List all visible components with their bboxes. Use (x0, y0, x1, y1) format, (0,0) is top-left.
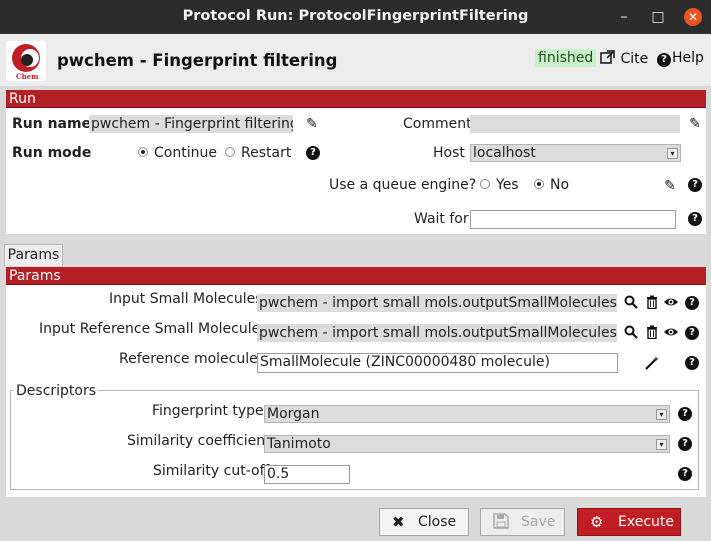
trash-icon[interactable] (644, 325, 660, 343)
close-button[interactable]: ✖ Close (379, 508, 469, 536)
radio-selected-icon (138, 147, 148, 157)
save-icon (493, 509, 509, 535)
radio-continue-label: Continue (154, 145, 217, 161)
fingerprint-type-label: Fingerprint type: (152, 403, 269, 419)
chevron-down-icon: ▾ (656, 409, 667, 420)
minimize-icon[interactable]: – (615, 8, 633, 26)
similarity-cutoff-help-icon[interactable]: ? (678, 467, 692, 481)
radio-unselected-icon (480, 179, 490, 189)
host-label: Host (433, 145, 465, 161)
similarity-coefficient-select[interactable]: Tanimoto ▾ (264, 435, 670, 453)
comment-label: Comment (403, 116, 472, 132)
window-titlebar: Protocol Run: ProtocolFingerprintFilteri… (0, 0, 711, 34)
run-mode-help-icon[interactable]: ? (306, 146, 320, 160)
protocol-header: Chem pwchem - Fingerprint filtering fini… (0, 34, 711, 86)
fingerprint-help-icon[interactable]: ? (678, 407, 692, 421)
help-label: Help (672, 50, 704, 66)
descriptors-legend: Descriptors (14, 383, 99, 399)
tab-params[interactable]: Params (4, 244, 63, 266)
question-icon: ? (657, 53, 671, 67)
radio-continue[interactable]: Continue (138, 145, 217, 161)
radio-queue-yes[interactable]: Yes (480, 177, 519, 193)
params-section-header: Params (6, 267, 706, 285)
input-small-molecules-label: Input Small Molecules: (109, 291, 268, 307)
similarity-coefficient-help-icon[interactable]: ? (678, 437, 692, 451)
protocol-title: pwchem - Fingerprint filtering (57, 51, 338, 70)
close-window-icon[interactable]: ✕ (684, 8, 702, 26)
run-mode-label: Run mode (12, 145, 92, 161)
trash-icon[interactable] (644, 295, 660, 313)
reference-molecule-field[interactable]: SmallMolecule (ZINC00000480 molecule) (257, 353, 618, 373)
chevron-down-icon: ▾ (667, 148, 678, 159)
similarity-cutoff-label: Similarity cut-off: (153, 463, 274, 479)
execute-button[interactable]: ⚙ Execute (577, 508, 681, 536)
close-icon: ✖ (392, 513, 405, 531)
execute-button-label: Execute (618, 514, 674, 530)
cite-button[interactable]: Cite (600, 50, 648, 67)
fingerprint-type-value: Morgan (267, 406, 320, 422)
search-icon[interactable] (623, 295, 639, 313)
gears-icon: ⚙ (590, 513, 604, 531)
pencil-icon[interactable]: ✎ (304, 116, 320, 132)
radio-restart[interactable]: Restart (225, 145, 291, 161)
close-button-label: Close (418, 514, 457, 530)
wait-for-field[interactable] (470, 210, 676, 229)
chevron-down-icon: ▾ (656, 439, 667, 450)
reference-molecule-help-icon[interactable]: ? (685, 356, 699, 370)
radio-no-label: No (550, 177, 570, 193)
window-title: Protocol Run: ProtocolFingerprintFilteri… (182, 8, 529, 24)
comment-pencil-icon[interactable]: ✎ (687, 116, 703, 132)
app-logo: Chem (6, 41, 46, 81)
fingerprint-type-select[interactable]: Morgan ▾ (264, 405, 670, 423)
input-small-molecules-field[interactable]: pwchem - import small mols.outputSmallMo… (257, 294, 617, 312)
host-value: localhost (473, 145, 536, 161)
input-reference-field[interactable]: pwchem - import small mols.outputSmallMo… (257, 324, 617, 342)
wait-for-help-icon[interactable]: ? (688, 212, 702, 226)
comment-field[interactable] (470, 115, 680, 133)
save-button[interactable]: Save (480, 508, 565, 536)
queue-label: Use a queue engine? (329, 177, 477, 193)
eye-icon[interactable] (663, 295, 679, 313)
input-reference-label: Input Reference Small Molecules: (39, 321, 273, 337)
radio-restart-label: Restart (241, 145, 292, 161)
queue-pencil-icon[interactable]: ✎ (662, 178, 678, 194)
similarity-cutoff-field[interactable]: 0.5 (264, 465, 350, 484)
help-button[interactable]: ? Help (657, 50, 704, 67)
input-small-molecules-help-icon[interactable]: ? (685, 296, 699, 310)
svg-text:Chem: Chem (16, 72, 39, 81)
save-button-label: Save (521, 514, 556, 530)
maximize-icon[interactable]: □ (649, 8, 667, 26)
reference-molecule-label: Reference molecule: (119, 351, 263, 367)
search-icon[interactable] (623, 325, 639, 343)
input-reference-help-icon[interactable]: ? (685, 326, 699, 340)
cite-label: Cite (620, 51, 649, 67)
run-name-label: Run name (12, 116, 92, 132)
run-name-field[interactable]: pwchem - Fingerprint filtering (89, 115, 293, 133)
wait-for-label: Wait for (414, 211, 469, 227)
status-badge: finished (535, 49, 597, 67)
queue-help-icon[interactable]: ? (688, 178, 702, 192)
magic-wand-icon[interactable] (644, 355, 660, 375)
radio-yes-label: Yes (496, 177, 519, 193)
external-link-icon (600, 50, 620, 67)
radio-selected-icon (534, 179, 544, 189)
host-select[interactable]: localhost ▾ (470, 144, 681, 162)
similarity-coefficient-value: Tanimoto (267, 436, 331, 452)
eye-icon[interactable] (663, 325, 679, 343)
similarity-coefficient-label: Similarity coefficient: (127, 433, 276, 449)
radio-unselected-icon (225, 147, 235, 157)
radio-queue-no[interactable]: No (534, 177, 569, 193)
run-section-header: Run (6, 90, 706, 108)
